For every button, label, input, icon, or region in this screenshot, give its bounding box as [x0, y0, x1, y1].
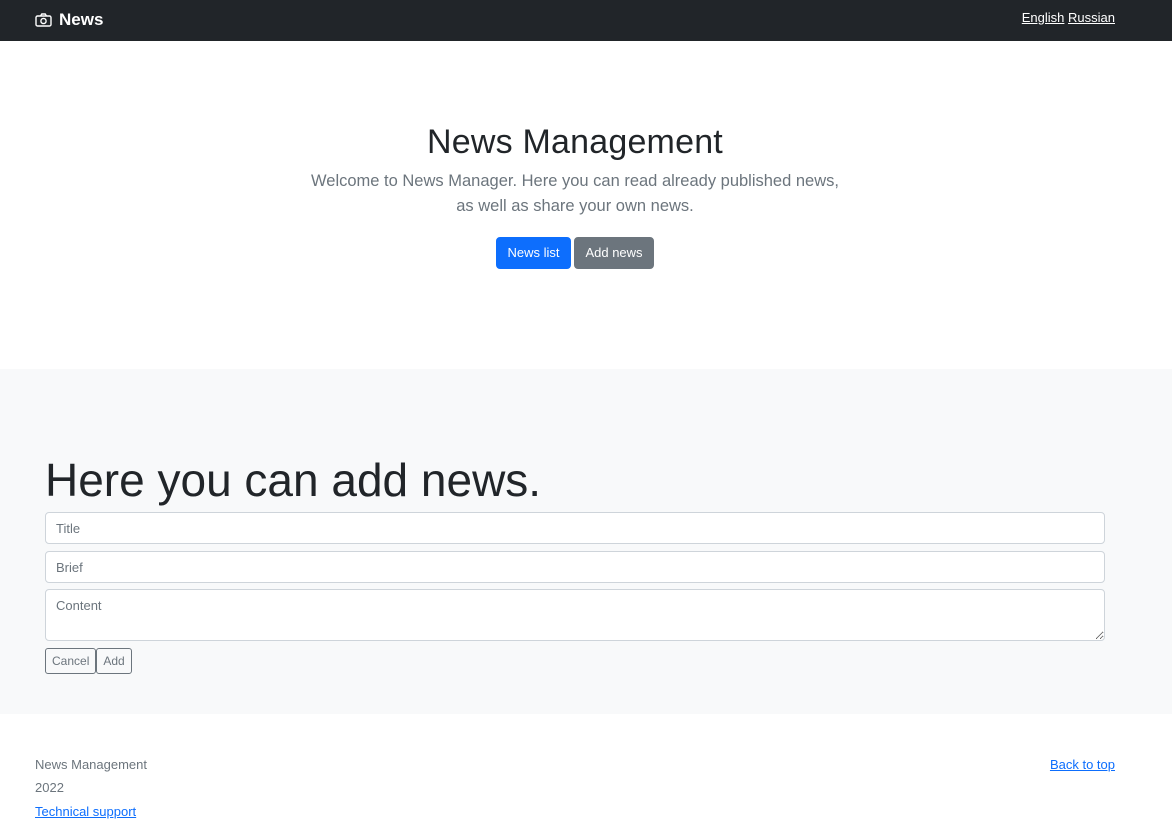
hero-lead-text: Welcome to News Manager. Here you can re… — [311, 172, 839, 215]
brand-link[interactable]: News — [35, 8, 103, 32]
page-title: News Management — [427, 123, 723, 161]
footer-year: 2022 — [35, 780, 64, 795]
content-textarea[interactable] — [45, 589, 1105, 641]
technical-support-link[interactable]: Technical support — [35, 804, 136, 819]
page-footer: News Management 2022 Technical support B… — [0, 714, 1172, 828]
add-news-section: Here you can add news. Cancel Add — [0, 369, 1172, 714]
footer-app-name: News Management — [35, 757, 147, 772]
news-list-button[interactable]: News list — [496, 237, 571, 269]
form-buttons: Cancel Add — [45, 648, 132, 674]
hero-section: News Management Welcome to News Manager.… — [0, 41, 1172, 369]
back-to-top-link[interactable]: Back to top — [1050, 757, 1115, 772]
title-input[interactable] — [45, 512, 1105, 544]
language-switcher: English Russian — [1022, 10, 1115, 25]
hero-buttons: News list Add news — [496, 237, 654, 269]
top-navbar: News English Russian — [0, 0, 1172, 41]
lang-english-link[interactable]: English — [1022, 10, 1065, 25]
add-button[interactable]: Add — [96, 648, 132, 674]
cancel-button[interactable]: Cancel — [45, 648, 97, 674]
add-news-heading: Here you can add news. — [45, 454, 542, 506]
brand-label: News — [59, 10, 104, 29]
add-news-button[interactable]: Add news — [574, 237, 654, 269]
camera-icon — [35, 13, 52, 27]
brief-input[interactable] — [45, 551, 1105, 583]
lang-russian-link[interactable]: Russian — [1068, 10, 1115, 25]
